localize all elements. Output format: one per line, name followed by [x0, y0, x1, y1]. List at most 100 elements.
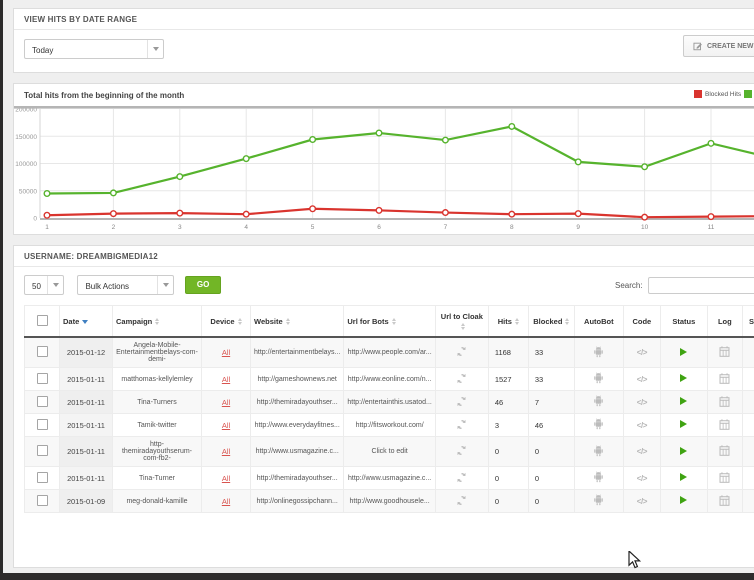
date-cell: 2015-01-11: [60, 368, 113, 391]
device-link[interactable]: All: [222, 497, 230, 506]
row-select-cell: [25, 337, 60, 368]
code-icon[interactable]: </>: [637, 497, 647, 506]
status-play-icon[interactable]: [680, 397, 687, 405]
android-autobot-icon[interactable]: [593, 346, 604, 358]
row-checkbox[interactable]: [37, 373, 48, 384]
log-calendar-icon[interactable]: [719, 495, 730, 506]
android-autobot-icon[interactable]: [593, 445, 604, 457]
row-checkbox[interactable]: [37, 346, 48, 357]
autobot-cell: [574, 437, 623, 467]
column-header-device[interactable]: Device: [202, 306, 251, 338]
settings-cell: [742, 337, 754, 368]
status-play-icon[interactable]: [680, 447, 687, 455]
url-to-cloak-cell: [435, 337, 488, 368]
table-row: 2015-01-11 Tamik-twitter All http://www.…: [25, 414, 754, 437]
status-play-icon[interactable]: [680, 420, 687, 428]
status-play-icon[interactable]: [680, 348, 687, 356]
column-header-website[interactable]: Website: [251, 306, 344, 338]
device-link[interactable]: All: [222, 447, 230, 456]
android-autobot-icon[interactable]: [593, 395, 604, 407]
date-cell: 2015-01-09: [60, 490, 113, 513]
log-calendar-icon[interactable]: [719, 396, 730, 407]
cloak-refresh-icon[interactable]: [456, 472, 467, 483]
sort-icon: [565, 318, 569, 325]
table-controls: 50 Bulk Actions GO Search:: [14, 267, 754, 305]
cloak-refresh-icon[interactable]: [456, 396, 467, 407]
android-autobot-icon[interactable]: [593, 418, 604, 430]
date-range-select[interactable]: Today: [24, 39, 164, 59]
log-calendar-icon[interactable]: [719, 419, 730, 430]
status-cell: [660, 437, 707, 467]
code-icon[interactable]: </>: [637, 421, 647, 430]
log-cell: [707, 490, 742, 513]
device-link[interactable]: All: [222, 398, 230, 407]
column-header-hits[interactable]: Hits: [488, 306, 528, 338]
code-icon[interactable]: </>: [637, 375, 647, 384]
code-icon[interactable]: </>: [637, 474, 647, 483]
svg-text:3: 3: [178, 224, 182, 231]
column-header-url-to-cloak[interactable]: Url to Cloak: [435, 306, 488, 338]
date-cell: 2015-01-11: [60, 391, 113, 414]
status-cell: [660, 467, 707, 490]
column-header-autobot: AutoBot: [574, 306, 623, 338]
row-checkbox[interactable]: [37, 472, 48, 483]
hits-cell: 1527: [488, 368, 528, 391]
bulk-actions-select[interactable]: Bulk Actions: [77, 275, 174, 295]
chevron-down-icon: [157, 276, 173, 294]
android-autobot-icon[interactable]: [593, 471, 604, 483]
log-calendar-icon[interactable]: [719, 346, 730, 357]
row-checkbox[interactable]: [37, 396, 48, 407]
log-calendar-icon[interactable]: [719, 472, 730, 483]
cloak-refresh-icon[interactable]: [456, 445, 467, 456]
campaigns-table: Date Campaign Device Website Url for Bot…: [24, 305, 754, 513]
hits-cell: 0: [488, 467, 528, 490]
column-header-status: Status: [660, 306, 707, 338]
hits-cell: 1168: [488, 337, 528, 368]
hits-cell: 46: [488, 391, 528, 414]
device-link[interactable]: All: [222, 348, 230, 357]
svg-text:1: 1: [45, 224, 49, 231]
cloak-refresh-icon[interactable]: [456, 495, 467, 506]
cloak-refresh-icon[interactable]: [456, 373, 467, 384]
log-calendar-icon[interactable]: [719, 373, 730, 384]
status-play-icon[interactable]: [680, 496, 687, 504]
column-header-campaign[interactable]: Campaign: [113, 306, 202, 338]
code-icon[interactable]: </>: [637, 398, 647, 407]
select-all-header[interactable]: [25, 306, 60, 338]
row-checkbox[interactable]: [37, 445, 48, 456]
search-input[interactable]: [648, 277, 754, 294]
url-for-bots-cell: http://www.usmagazine.c...: [344, 467, 435, 490]
status-play-icon[interactable]: [680, 374, 687, 382]
code-icon[interactable]: </>: [637, 447, 647, 456]
device-link[interactable]: All: [222, 474, 230, 483]
page-size-select[interactable]: 50: [24, 275, 64, 295]
log-calendar-icon[interactable]: [719, 445, 730, 456]
chevron-down-icon: [147, 40, 163, 58]
row-checkbox[interactable]: [37, 495, 48, 506]
sort-icon: [515, 318, 519, 325]
search-label: Search:: [615, 281, 643, 290]
go-button[interactable]: GO: [185, 276, 221, 294]
svg-text:0: 0: [33, 216, 37, 223]
table-row: 2015-01-11 matthomas-kellylemley All htt…: [25, 368, 754, 391]
status-play-icon[interactable]: [680, 473, 687, 481]
code-icon[interactable]: </>: [637, 348, 647, 357]
device-link[interactable]: All: [222, 375, 230, 384]
column-header-blocked[interactable]: Blocked: [528, 306, 574, 338]
row-checkbox[interactable]: [37, 419, 48, 430]
cloak-refresh-icon[interactable]: [456, 346, 467, 357]
sort-icon: [286, 318, 290, 325]
sort-icon: [461, 323, 465, 330]
select-all-checkbox[interactable]: [37, 315, 48, 326]
create-new-campaign-button[interactable]: CREATE NEW CAMPAIGN: [683, 35, 754, 57]
table-row: 2015-01-11 Tina-Turner All http://themir…: [25, 467, 754, 490]
cloak-refresh-icon[interactable]: [456, 419, 467, 430]
device-link[interactable]: All: [222, 421, 230, 430]
android-autobot-icon[interactable]: [593, 494, 604, 506]
website-cell: http://onlinegossipchann...: [251, 490, 344, 513]
column-header-url-for-bots[interactable]: Url for Bots: [344, 306, 435, 338]
date-range-panel-body: Today CREATE NEW CAMPAIGN: [14, 30, 754, 72]
android-autobot-icon[interactable]: [593, 372, 604, 384]
column-header-date[interactable]: Date: [60, 306, 113, 338]
autobot-cell: [574, 414, 623, 437]
